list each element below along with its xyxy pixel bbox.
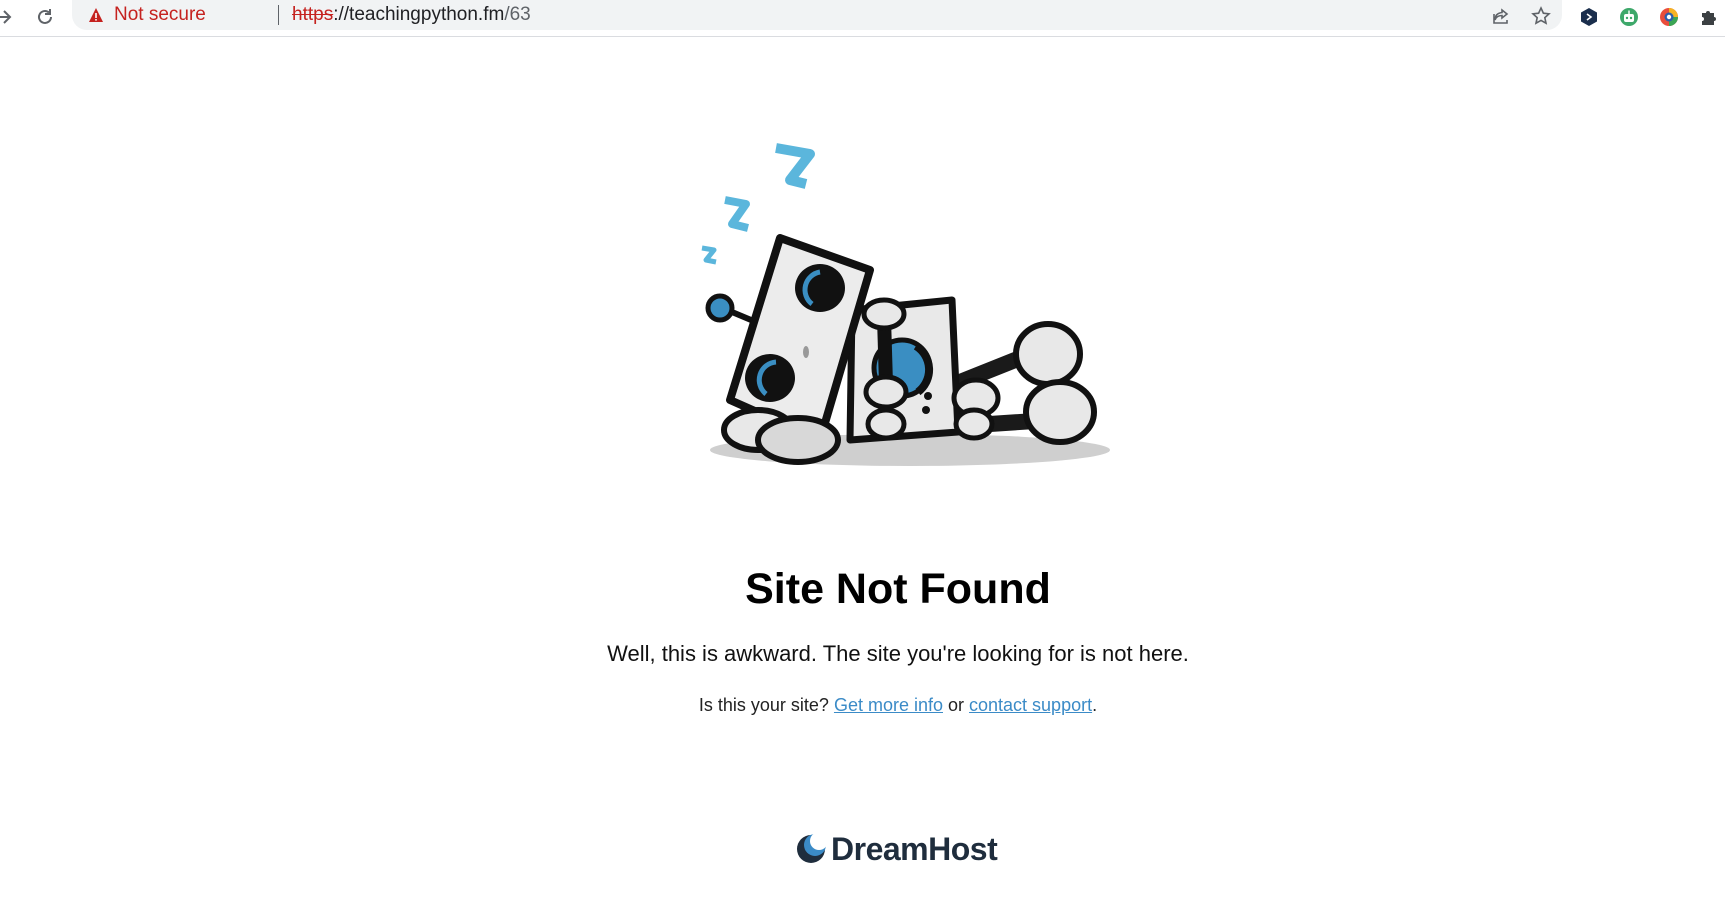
- url-host: ://teachingpython.fm: [333, 4, 505, 25]
- get-more-info-link[interactable]: Get more info: [834, 695, 943, 715]
- help-prefix: Is this your site?: [698, 695, 834, 715]
- help-text: Is this your site? Get more info or cont…: [0, 695, 1725, 716]
- robot-extension-icon[interactable]: [1616, 4, 1642, 30]
- address-bar[interactable]: Not secure https://teachingpython.fm/63: [72, 0, 1562, 30]
- share-icon[interactable]: [1488, 3, 1514, 29]
- help-or: or: [943, 695, 970, 715]
- puzzle-extensions-icon[interactable]: [1696, 4, 1722, 30]
- contact-support-link[interactable]: contact support: [969, 695, 1092, 715]
- color-picker-extension-icon[interactable]: [1656, 4, 1682, 30]
- dreamhost-moon-icon: [797, 833, 827, 863]
- url-text[interactable]: https://teachingpython.fm/63: [292, 4, 531, 26]
- address-divider: [278, 5, 279, 25]
- page-subtitle: Well, this is awkward. The site you're l…: [607, 641, 1189, 666]
- sleeping-robot-illustration: [701, 143, 1110, 466]
- warning-triangle-icon: [88, 7, 104, 23]
- security-status-label[interactable]: Not secure: [114, 4, 206, 26]
- hexagon-extension-icon[interactable]: [1576, 4, 1602, 30]
- brand-name: DreamHost: [831, 830, 998, 867]
- reload-icon[interactable]: [31, 3, 59, 31]
- help-suffix: .: [1092, 695, 1098, 715]
- bookmark-star-icon[interactable]: [1528, 3, 1554, 29]
- dreamhost-logo[interactable]: DreamHost: [795, 829, 998, 869]
- url-path: /63: [504, 4, 531, 25]
- back-arrow-icon[interactable]: [0, 3, 18, 31]
- url-scheme: https: [292, 4, 334, 25]
- page-title: Site Not Found: [745, 565, 1051, 613]
- browser-toolbar: Not secure https://teachingpython.fm/63: [0, 0, 1725, 37]
